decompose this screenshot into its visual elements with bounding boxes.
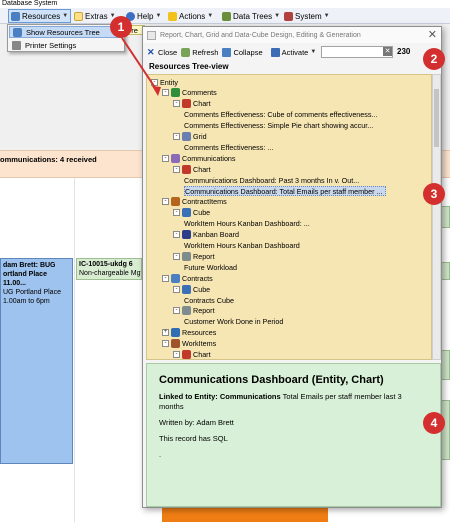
annotation-arrow <box>121 37 161 96</box>
marker-2: 2 <box>423 48 445 70</box>
marker-4: 4 <box>423 412 445 434</box>
marker-1: 1 <box>110 16 132 38</box>
marker-3: 3 <box>423 183 445 205</box>
